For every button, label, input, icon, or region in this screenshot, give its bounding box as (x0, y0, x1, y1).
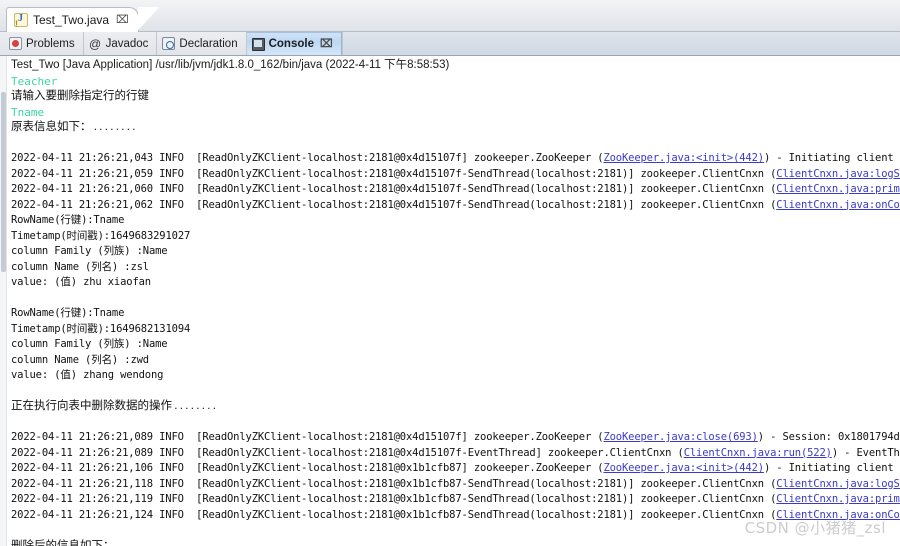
declaration-icon (162, 37, 176, 50)
stacktrace-link[interactable]: ClientCnxn.java:logStartConnect(10 (776, 168, 900, 180)
console-line: RowName(行键):Tname (11, 307, 125, 319)
tab-javadoc[interactable]: @ Javadoc (84, 32, 158, 55)
console-line: 2022-04-11 21:26:21,059 INFO [ReadOnlyZK… (11, 167, 900, 183)
editor-tab-bar: Test_Two.java ⌧ (0, 0, 900, 32)
console-launch-header: Test_Two [Java Application] /usr/lib/jvm… (11, 59, 450, 71)
stacktrace-link[interactable]: ZooKeeper.java:<init>(442) (603, 152, 764, 164)
console-line: 2022-04-11 21:26:21,118 INFO [ReadOnlyZK… (11, 477, 900, 493)
console-line: 2022-04-11 21:26:21,089 INFO [ReadOnlyZK… (11, 446, 900, 459)
eclipse-window: Test_Two.java ⌧ Problems @ Javadoc Decla… (0, 0, 900, 546)
tab-problems-label: Problems (26, 37, 75, 50)
console-line: column Name (列名) :zwd (11, 353, 149, 366)
console-line: Tname (11, 105, 45, 119)
javadoc-at-icon: @ (88, 36, 102, 51)
stacktrace-link[interactable]: ClientCnxn.java:onConnected(1303) (776, 199, 900, 211)
tab-declaration-label: Declaration (179, 37, 238, 50)
tab-javadoc-label: Javadoc (105, 37, 149, 50)
tab-slant-decoration (137, 7, 160, 32)
console-line: 2022-04-11 21:26:21,060 INFO [ReadOnlyZK… (11, 182, 900, 198)
tab-declaration[interactable]: Declaration (157, 32, 247, 55)
console-line: value: (值) zhu xiaofan (11, 276, 151, 288)
console-line: Teacher (11, 74, 58, 88)
stacktrace-link[interactable]: ZooKeeper.java:<init>(442) (603, 462, 764, 474)
console-vertical-scrollbar[interactable] (0, 56, 7, 546)
tab-console-label: Console (268, 38, 314, 50)
console-line: 2022-04-11 21:26:21,106 INFO [ReadOnlyZK… (11, 462, 900, 474)
console-line: column Family (列族) :Name (11, 245, 168, 257)
java-file-icon (14, 13, 28, 29)
close-icon[interactable]: ⌧ (320, 38, 333, 50)
console-line: 2022-04-11 21:26:21,119 INFO [ReadOnlyZK… (11, 492, 900, 508)
console-text-body[interactable]: Test_Two [Java Application] /usr/lib/jvm… (7, 56, 900, 546)
stacktrace-link[interactable]: ClientCnxn.java:run(522) (684, 447, 832, 459)
close-icon[interactable]: ⌧ (116, 14, 129, 26)
stacktrace-link[interactable]: ZooKeeper.java:close(693) (603, 431, 757, 443)
console-line: column Family (列族) :Name (11, 338, 168, 350)
problems-icon (9, 37, 22, 50)
console-line: value: (值) zhang wendong (11, 369, 164, 381)
view-tab-bar: Problems @ Javadoc Declaration Console ⌧ (0, 32, 900, 56)
stacktrace-link[interactable]: ClientCnxn.java:primeConnection(87 (776, 183, 900, 195)
view-tab-filler (341, 32, 900, 55)
console-line: 2022-04-11 21:26:21,043 INFO [ReadOnlyZK… (11, 152, 900, 164)
scrollbar-thumb[interactable] (1, 92, 6, 272)
console-line-list: Teacher 请输入要删除指定行的行键 Tname 原表信息如下： . . . . … (11, 74, 900, 546)
console-line: Timetamp(时间戳):1649683291027 (11, 229, 191, 242)
tab-console[interactable]: Console ⌧ (246, 32, 342, 55)
tab-problems[interactable]: Problems (4, 32, 84, 55)
console-output-area[interactable]: Test_Two [Java Application] /usr/lib/jvm… (0, 56, 900, 546)
console-line: RowName(行键):Tname (11, 214, 125, 226)
console-line: 正在执行向表中删除数据的操作 . . . . . . . . (11, 400, 216, 412)
console-line: 原表信息如下： . . . . . . . . (11, 121, 136, 133)
console-line: column Name (列名) :zsl (11, 260, 149, 273)
console-line: 2022-04-11 21:26:21,089 INFO [ReadOnlyZK… (11, 431, 900, 443)
console-line: 请输入要删除指定行的行键 (11, 90, 149, 102)
stacktrace-link[interactable]: ClientCnxn.java:primeConnection(87 (776, 493, 900, 505)
stacktrace-link[interactable]: ClientCnxn.java:logStartConnect(10 (776, 478, 900, 490)
editor-tab-test-two-java[interactable]: Test_Two.java ⌧ (6, 7, 160, 32)
console-monitor-icon (251, 37, 265, 51)
console-line: 删除后的信息如下： . . . . . . . . (11, 539, 159, 546)
console-line: 2022-04-11 21:26:21,062 INFO [ReadOnlyZK… (11, 198, 900, 214)
editor-tab-label: Test_Two.java (33, 13, 110, 27)
console-line: Timetamp(时间戳):1649682131094 (11, 322, 191, 335)
csdn-watermark: CSDN @小猪猪_zsl (744, 519, 886, 537)
